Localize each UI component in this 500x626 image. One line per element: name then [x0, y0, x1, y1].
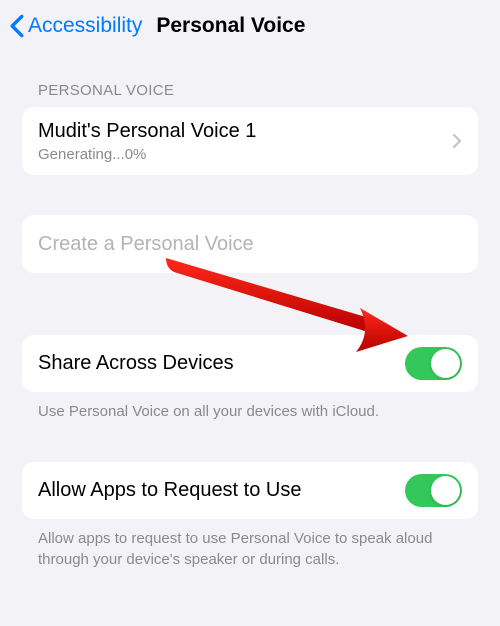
share-toggle[interactable] — [405, 347, 462, 380]
back-button[interactable]: Accessibility — [8, 14, 142, 38]
share-across-devices-row: Share Across Devices — [22, 335, 478, 392]
allow-apps-footer: Allow apps to request to use Personal Vo… — [0, 519, 500, 570]
toggle-knob — [431, 349, 460, 378]
section-header-personal-voice: PERSONAL VOICE — [0, 52, 500, 107]
create-label: Create a Personal Voice — [38, 232, 462, 257]
allow-apps-toggle[interactable] — [405, 474, 462, 507]
chevron-right-icon — [452, 133, 462, 149]
page-title: Personal Voice — [156, 14, 305, 38]
share-label: Share Across Devices — [38, 351, 405, 376]
voice-item-card[interactable]: Mudit's Personal Voice 1 Generating...0% — [22, 107, 478, 175]
allow-apps-row: Allow Apps to Request to Use — [22, 462, 478, 519]
allow-apps-label: Allow Apps to Request to Use — [38, 478, 405, 503]
voice-item-subtitle: Generating...0% — [38, 146, 452, 163]
share-footer: Use Personal Voice on all your devices w… — [0, 392, 500, 422]
toggle-knob — [431, 476, 460, 505]
nav-header: Accessibility Personal Voice — [0, 0, 500, 52]
back-label: Accessibility — [28, 14, 142, 38]
create-personal-voice-button[interactable]: Create a Personal Voice — [22, 215, 478, 273]
chevron-left-icon — [8, 14, 26, 38]
voice-item-title: Mudit's Personal Voice 1 — [38, 119, 452, 144]
